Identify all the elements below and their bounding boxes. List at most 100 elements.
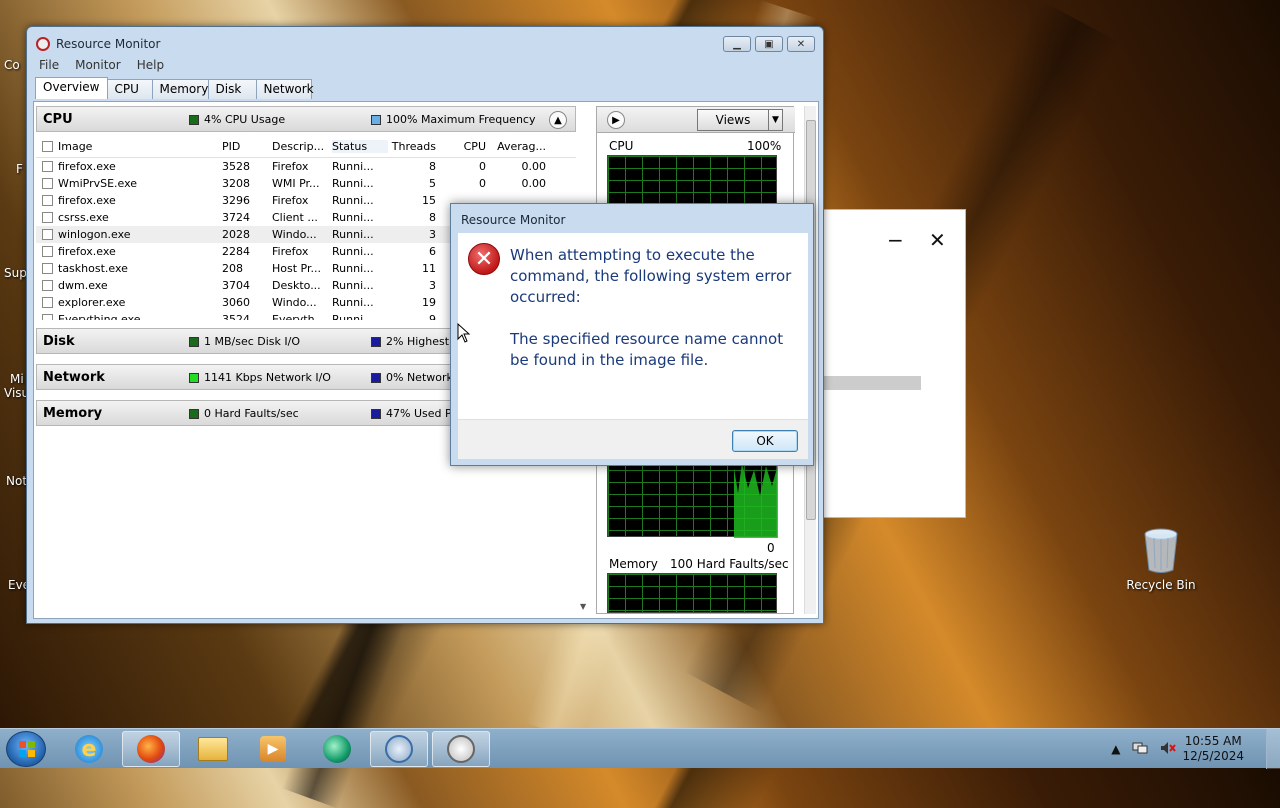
row-checkbox[interactable] (41, 297, 53, 308)
desktop-icon-label[interactable]: Sup (4, 266, 27, 280)
stat-text: 1141 Kbps Network I/O (204, 371, 331, 384)
cell-threads: 8 (429, 211, 436, 224)
desktop-icon-label[interactable]: Mi (10, 372, 24, 386)
clock-date: 12/5/2024 (1182, 749, 1244, 763)
error-dialog: Resource Monitor ✕ When attempting to ex… (450, 203, 814, 466)
table-row[interactable]: firefox.exe 3528 Firefox Runni... 8 0 0.00 (36, 158, 576, 175)
checkbox-cell (36, 212, 58, 223)
tab-memory[interactable]: Memory (151, 79, 209, 99)
menu-monitor[interactable]: Monitor (67, 57, 129, 75)
checkbox-cell (36, 314, 58, 320)
close-icon[interactable]: ✕ (929, 228, 946, 252)
desktop-icon-label[interactable]: Not (6, 474, 27, 488)
recycle-bin[interactable]: Recycle Bin (1122, 528, 1200, 592)
taskbar-resource-monitor[interactable] (370, 731, 428, 767)
cell-cpu: 0 (479, 177, 486, 190)
section-title: CPU (43, 112, 73, 127)
clock[interactable]: 10:55 AM 12/5/2024 (1182, 734, 1244, 764)
cell-image: firefox.exe (58, 194, 116, 207)
cell-description: Firefox (272, 194, 309, 207)
table-header: Image PID Descrip... Status Threads CPU … (36, 136, 576, 158)
checkbox-cell (36, 195, 58, 206)
show-desktop-button[interactable] (1266, 729, 1280, 769)
col-header-image[interactable]: Image (58, 140, 222, 153)
taskbar-internet-explorer[interactable]: e (60, 731, 118, 767)
row-checkbox[interactable] (41, 212, 53, 223)
stat-text: 47% Used Ph (386, 407, 459, 420)
stat-text: 100% Maximum Frequency (386, 113, 536, 126)
ok-button[interactable]: OK (732, 430, 798, 452)
cell-status: Runni... (332, 313, 374, 320)
cell-status: Runni... (332, 262, 374, 275)
resource-monitor-icon (385, 735, 413, 763)
network-tray-icon[interactable] (1132, 741, 1148, 758)
close-button[interactable]: ✕ (787, 36, 815, 52)
checkbox-cell (36, 229, 58, 240)
cell-average: 0.00 (521, 177, 547, 190)
cell-description: Firefox (272, 245, 309, 258)
col-header-description[interactable]: Descrip... (272, 140, 332, 153)
checkbox-cell (36, 178, 58, 189)
row-checkbox[interactable] (41, 229, 53, 240)
col-header-cpu[interactable]: CPU (436, 140, 486, 153)
row-checkbox[interactable] (41, 263, 53, 274)
start-button[interactable] (6, 731, 46, 767)
cell-image: dwm.exe (58, 279, 108, 292)
table-row[interactable]: WmiPrvSE.exe 3208 WMI Pr... Runni... 5 0 0.00 (36, 175, 576, 192)
desktop-icon-label[interactable]: Co (4, 58, 20, 72)
tab-strip: Overview CPU Memory Disk Network (35, 77, 314, 99)
col-header-average[interactable]: Averag... (486, 140, 546, 153)
memory-graph-max: 100 Hard Faults/sec (670, 557, 789, 571)
title-bar[interactable]: Resource Monitor ▁ ▣ ✕ (27, 27, 823, 59)
taskbar-firefox[interactable] (122, 731, 180, 767)
menu-help[interactable]: Help (129, 57, 172, 75)
select-all-checkbox[interactable] (41, 141, 53, 152)
show-hidden-icons-icon[interactable]: ▲ (1111, 742, 1120, 756)
scroll-down-arrow-icon[interactable]: ▼ (580, 602, 586, 611)
section-title: Disk (43, 334, 75, 349)
row-checkbox[interactable] (41, 178, 53, 189)
col-header-threads[interactable]: Threads (388, 140, 436, 153)
cell-pid: 3528 (222, 160, 250, 173)
row-checkbox[interactable] (41, 280, 53, 291)
maximize-button[interactable]: ▣ (755, 36, 783, 52)
cell-pid: 3524 (222, 313, 250, 320)
taskbar-file-explorer[interactable] (184, 731, 242, 767)
cpu-section-header[interactable]: CPU 4% CPU Usage 100% Maximum Frequency … (36, 106, 576, 132)
row-checkbox[interactable] (41, 195, 53, 206)
desktop-icon-label[interactable]: F (16, 162, 23, 176)
volume-muted-icon[interactable] (1160, 741, 1177, 758)
hard-faults-stat: 0 Hard Faults/sec (189, 407, 299, 420)
cell-pid: 3208 (222, 177, 250, 190)
cell-average: 0.00 (521, 160, 547, 173)
row-checkbox[interactable] (41, 314, 53, 320)
tab-disk[interactable]: Disk (207, 79, 257, 99)
minimize-button[interactable]: ▁ (723, 36, 751, 52)
cell-pid: 208 (222, 262, 243, 275)
menu-file[interactable]: File (31, 57, 67, 75)
views-dropdown[interactable]: Views ▼ (697, 109, 783, 131)
row-checkbox[interactable] (41, 246, 53, 257)
cell-image: winlogon.exe (58, 228, 131, 241)
col-header-pid[interactable]: PID (222, 140, 272, 153)
taskbar-speed-gauge[interactable] (432, 731, 490, 767)
error-message-line2: The specified resource name cannot be fo… (510, 330, 784, 369)
tab-cpu[interactable]: CPU (106, 79, 153, 99)
tab-overview[interactable]: Overview (35, 77, 108, 99)
cell-image: explorer.exe (58, 296, 126, 309)
cell-threads: 6 (429, 245, 436, 258)
row-checkbox[interactable] (41, 161, 53, 172)
taskbar-media-player[interactable]: ▶ (244, 731, 302, 767)
cell-description: Firefox (272, 160, 309, 173)
col-header-status[interactable]: Status (332, 140, 388, 153)
tab-network[interactable]: Network (255, 79, 314, 99)
disk-io-stat: 1 MB/sec Disk I/O (189, 335, 300, 348)
network-util-stat: 0% Network (371, 371, 453, 384)
collapse-chevron-icon[interactable]: ▲ (549, 111, 567, 129)
cell-threads: 11 (422, 262, 436, 275)
cell-threads: 3 (429, 279, 436, 292)
taskbar-browser[interactable] (308, 731, 366, 767)
window-title: Resource Monitor (56, 37, 161, 51)
minimize-icon[interactable]: − (887, 228, 904, 252)
expand-arrow-icon[interactable]: ▶ (607, 111, 625, 129)
